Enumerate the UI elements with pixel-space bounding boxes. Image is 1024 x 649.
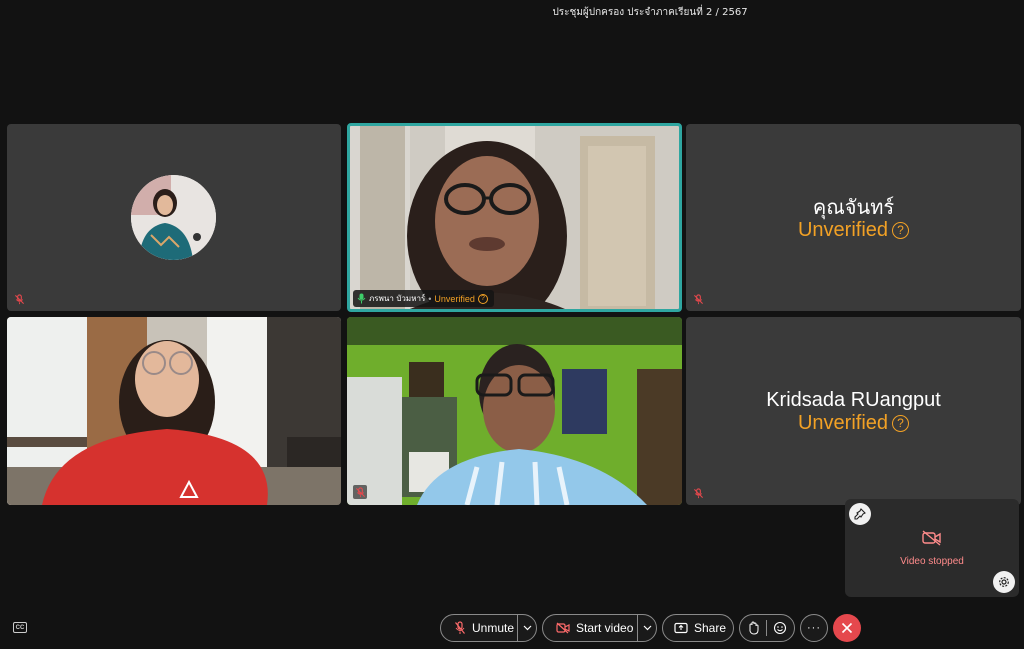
meeting-title: ประชุมผู้ปกครอง ประจำภาคเรียนที่ 2 / 256… [552, 7, 748, 18]
share-label: Share [694, 621, 727, 635]
leave-button[interactable] [833, 614, 861, 642]
participant-name: คุณจันทร์ [812, 195, 895, 219]
participant-video [7, 317, 341, 505]
self-view[interactable]: Video stopped [845, 499, 1019, 597]
avatar [131, 175, 216, 260]
participant-tile-4[interactable] [7, 317, 341, 505]
participant-video [350, 126, 679, 309]
help-icon[interactable]: ? [892, 222, 910, 239]
video-off-icon [556, 622, 570, 634]
mic-muted-icon [692, 293, 704, 305]
share-screen-icon [674, 622, 688, 634]
captions-icon[interactable]: CC [13, 622, 27, 633]
unverified-label: Unverified [797, 219, 889, 241]
participant-video [347, 317, 682, 505]
gear-icon[interactable] [993, 571, 1015, 593]
participant-name: Kridsada RUangput [766, 389, 941, 411]
participant-tile-3[interactable]: คุณจันทร์ Unverified? [686, 124, 1021, 311]
participant-tile-6[interactable]: Kridsada RUangput Unverified? [686, 317, 1021, 505]
divider [766, 620, 767, 636]
participant-name: ภรพนา บัวมหาร์ [369, 294, 426, 303]
participant-tile-2[interactable]: ภรพนา บัวมหาร์ • Unverified ? [347, 123, 682, 312]
mic-muted-icon [454, 621, 466, 635]
mic-on-icon [357, 293, 366, 304]
unmute-label: Unmute [472, 621, 515, 635]
reactions-group [739, 614, 795, 642]
unmute-button[interactable]: Unmute [440, 614, 537, 642]
unverified-label: Unverified [434, 293, 475, 304]
video-stopped-label: Video stopped [900, 556, 964, 567]
raise-hand-icon[interactable] [747, 621, 760, 635]
name-separator: • [428, 293, 432, 304]
participant-tile-1[interactable] [7, 124, 341, 311]
help-icon[interactable]: ? [477, 293, 488, 304]
share-button[interactable]: Share [662, 614, 734, 642]
emoji-icon[interactable] [773, 621, 787, 635]
more-label: ··· [807, 622, 821, 634]
mic-muted-icon [353, 485, 367, 499]
mic-muted-icon [13, 293, 25, 305]
more-icon[interactable]: ··· [800, 614, 828, 642]
chevron-down-icon[interactable] [638, 625, 656, 631]
mic-muted-icon [692, 487, 704, 499]
start-video-button[interactable]: Start video [542, 614, 657, 642]
video-off-icon [922, 530, 942, 546]
chevron-down-icon[interactable] [518, 625, 536, 631]
close-icon [841, 622, 853, 634]
pin-icon[interactable] [849, 503, 871, 525]
unverified-label: Unverified [797, 412, 889, 434]
start-video-label: Start video [576, 621, 634, 635]
help-icon[interactable]: ? [892, 415, 910, 432]
participant-name-label: ภรพนา บัวมหาร์ • Unverified ? [353, 290, 494, 307]
participant-tile-5[interactable] [347, 317, 682, 505]
